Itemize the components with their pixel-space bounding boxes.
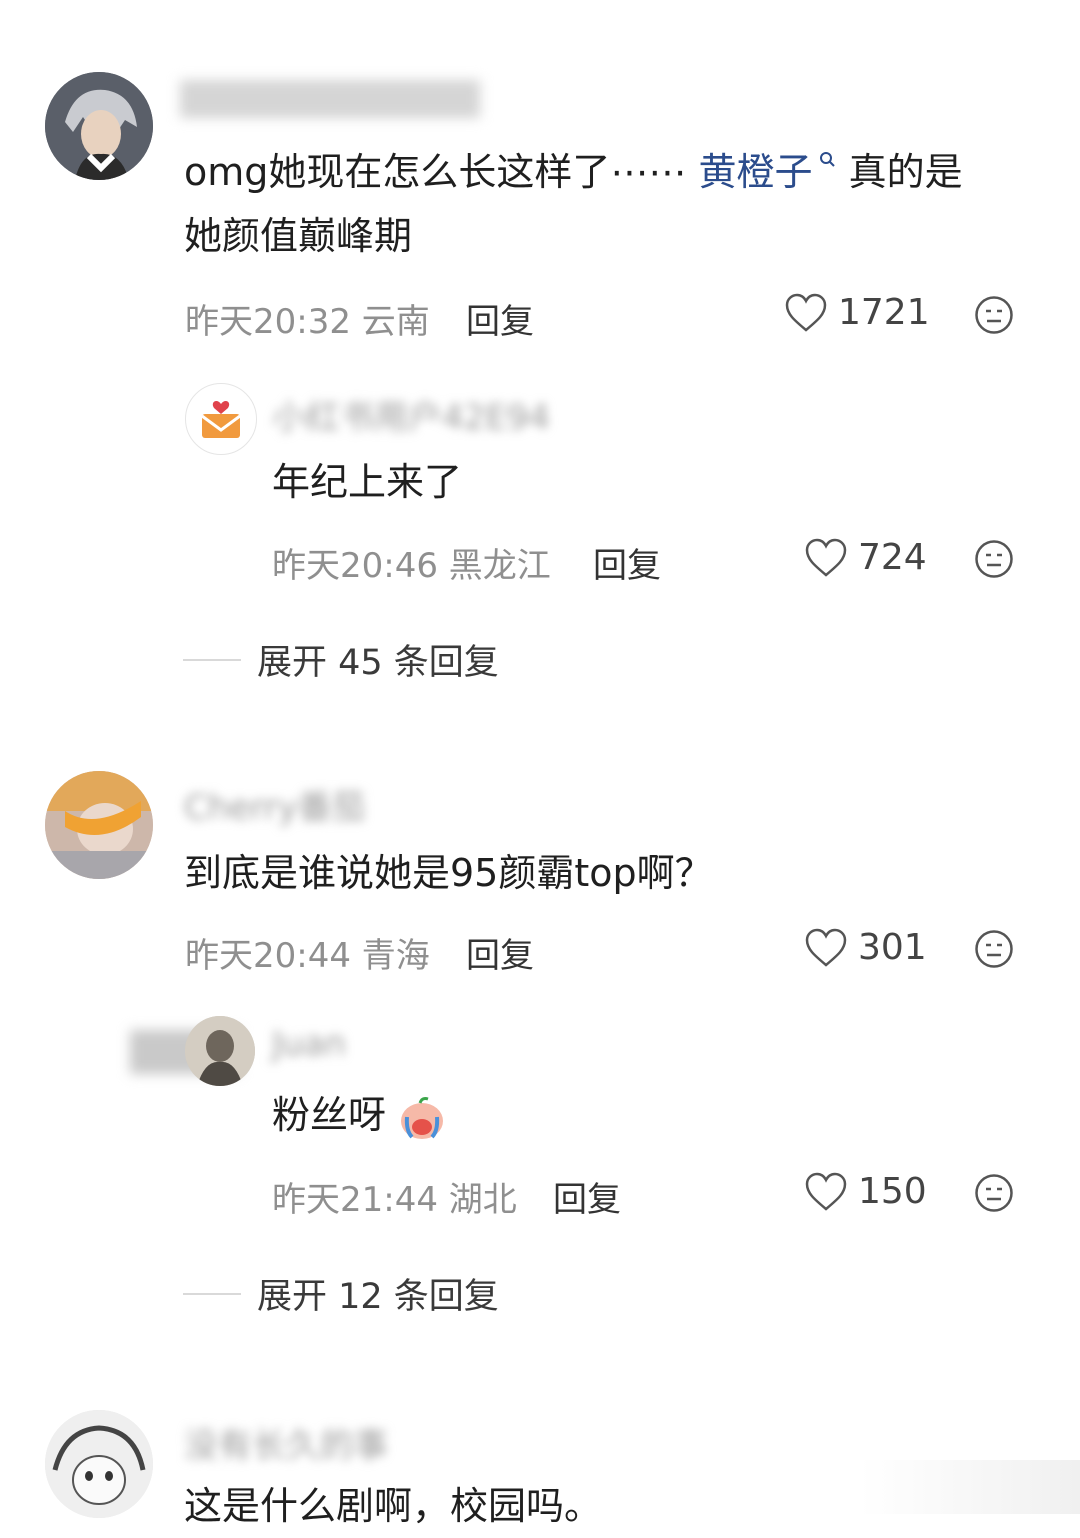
divider-line xyxy=(183,658,241,661)
reply-button[interactable]: 回复 xyxy=(553,1172,621,1221)
like-count: 1721 xyxy=(838,292,930,333)
like-button[interactable]: 150 xyxy=(804,1171,927,1212)
like-count: 150 xyxy=(858,1171,927,1212)
reply-button[interactable]: 回复 xyxy=(593,538,661,587)
reply-button[interactable]: 回复 xyxy=(466,294,534,343)
mention-link[interactable]: 黄橙子 xyxy=(698,150,836,194)
like-button[interactable]: 301 xyxy=(804,927,927,968)
username-blurred xyxy=(180,80,480,118)
reply-username[interactable]: Juan xyxy=(272,1024,346,1064)
edge-fade xyxy=(860,1460,1080,1514)
reply-text: 年纪上来了 xyxy=(272,460,463,504)
reply-text: 粉丝呀 xyxy=(272,1083,446,1147)
heart-outline-icon xyxy=(805,538,847,577)
username[interactable]: 没有长久的事 xyxy=(184,1418,388,1467)
username[interactable]: Cherry番茄 xyxy=(184,780,366,829)
search-icon xyxy=(820,152,836,167)
reply-meta: 昨天21:44 湖北 xyxy=(272,1180,517,1220)
like-count: 301 xyxy=(858,927,927,968)
avatar[interactable] xyxy=(45,72,153,180)
comment-text-part: 真的是 xyxy=(836,150,963,194)
reply-username[interactable]: 小红书用户42E94 xyxy=(272,390,550,439)
divider-line xyxy=(183,1292,241,1295)
like-button[interactable]: 1721 xyxy=(784,292,930,333)
comment-meta: 昨天20:44 青海 xyxy=(185,936,430,976)
heart-outline-icon xyxy=(805,1172,847,1211)
avatar[interactable] xyxy=(45,771,153,879)
unhappy-face-icon[interactable] xyxy=(974,1173,1014,1213)
comment-text: 到底是谁说她是95颜霸top啊？ xyxy=(184,851,713,895)
avatar[interactable] xyxy=(185,383,257,455)
unhappy-face-icon[interactable] xyxy=(974,539,1014,579)
comment-text: 这是什么剧啊，校园吗。 xyxy=(184,1484,603,1528)
avatar[interactable] xyxy=(45,1410,153,1518)
reply-button[interactable]: 回复 xyxy=(466,928,534,977)
comment-text-part: omg她现在怎么长这样了⋯⋯ xyxy=(184,150,699,194)
like-button[interactable]: 724 xyxy=(804,537,927,578)
reply-meta: 昨天20:46 黑龙江 xyxy=(272,546,551,586)
mention-text[interactable]: 黄橙子 xyxy=(698,150,812,194)
expand-replies-button[interactable]: 展开 45 条回复 xyxy=(183,634,499,685)
expand-replies-label: 展开 45 条回复 xyxy=(257,643,499,683)
avatar[interactable] xyxy=(185,1016,255,1086)
expand-replies-button[interactable]: 展开 12 条回复 xyxy=(183,1268,499,1319)
unhappy-face-icon[interactable] xyxy=(974,929,1014,969)
like-count: 724 xyxy=(858,537,927,578)
heart-outline-icon xyxy=(785,293,827,332)
expand-replies-label: 展开 12 条回复 xyxy=(257,1277,499,1317)
comment-text: omg她现在怎么长这样了⋯⋯ 黄橙子 真的是 xyxy=(184,140,963,204)
reply-text-content: 粉丝呀 xyxy=(272,1093,387,1137)
comment-meta: 昨天20:32 云南 xyxy=(185,302,430,342)
comment-text-line2: 她颜值巅峰期 xyxy=(184,214,413,258)
heart-outline-icon xyxy=(805,928,847,967)
unhappy-face-icon[interactable] xyxy=(974,295,1014,335)
crying-emoji-icon xyxy=(401,1096,444,1139)
